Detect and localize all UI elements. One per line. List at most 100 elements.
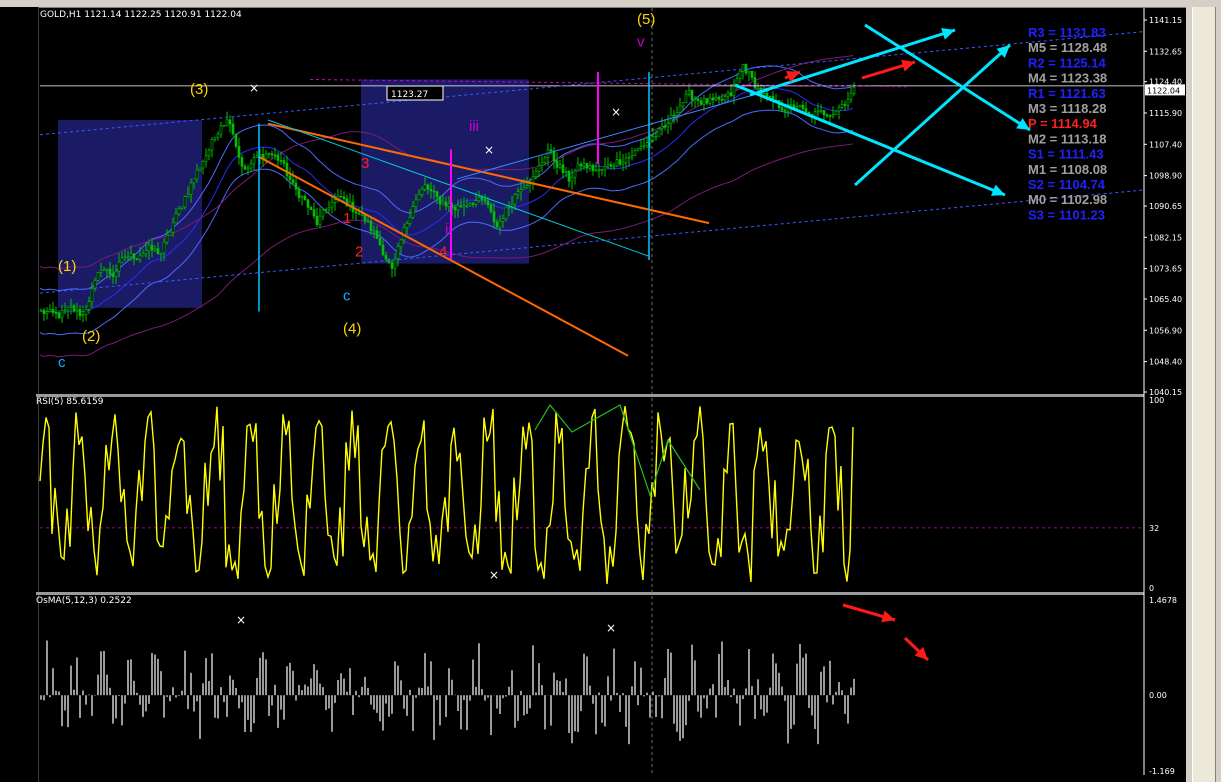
cyan-arrow-down-right bbox=[864, 23, 1031, 132]
candle-body bbox=[702, 98, 706, 105]
trading-chart[interactable]: 1141.151132.651124.401115.901107.401098.… bbox=[0, 0, 1221, 782]
candle-body bbox=[90, 288, 94, 302]
candle-body bbox=[720, 98, 724, 101]
candle-body bbox=[195, 169, 199, 180]
candle-body bbox=[456, 205, 460, 211]
candle-body bbox=[102, 269, 106, 271]
candle-body bbox=[54, 312, 58, 314]
candle-body bbox=[165, 234, 169, 243]
axis-tick-label: 1090.65 bbox=[1149, 202, 1182, 211]
pivot-level-m1: M1 = 1108.08 bbox=[1028, 162, 1107, 177]
candle-body bbox=[324, 209, 328, 211]
pivot-level-s1: S1 = 1111.43 bbox=[1028, 147, 1104, 162]
candle-body bbox=[255, 155, 259, 158]
candle-body bbox=[537, 165, 541, 172]
candle-body bbox=[117, 261, 121, 272]
wave-label: (5) bbox=[637, 11, 655, 28]
candle-body bbox=[210, 139, 214, 151]
candle-body bbox=[480, 196, 484, 200]
axis-tick-label: 1115.90 bbox=[1149, 109, 1182, 118]
candle-body bbox=[588, 164, 592, 169]
candle-body bbox=[699, 100, 703, 105]
candle-body bbox=[141, 253, 145, 257]
candle-body bbox=[87, 301, 91, 310]
candle-body bbox=[399, 239, 403, 248]
candle-body bbox=[789, 104, 793, 106]
candle-body bbox=[453, 207, 457, 211]
candle-body bbox=[795, 106, 799, 109]
osma-axis-label: 0.00 bbox=[1149, 691, 1167, 700]
candle-body bbox=[48, 309, 52, 312]
candle-body bbox=[222, 125, 226, 127]
wave-label: 3 bbox=[361, 155, 369, 172]
candle-body bbox=[84, 309, 88, 315]
candle-body bbox=[180, 206, 184, 209]
candle-body bbox=[42, 309, 46, 315]
candle-body bbox=[231, 123, 235, 135]
candle-body bbox=[630, 155, 634, 158]
candle-body bbox=[339, 195, 343, 198]
candle-body bbox=[549, 149, 553, 152]
candle-body bbox=[159, 252, 163, 255]
candle-body bbox=[633, 150, 637, 156]
candle-body bbox=[438, 196, 442, 205]
candle-body bbox=[441, 201, 445, 205]
candle-body bbox=[177, 208, 181, 215]
candle-body bbox=[405, 223, 409, 228]
candle-body bbox=[156, 248, 160, 255]
cross-marker: × bbox=[611, 105, 621, 119]
wave-label: (3) bbox=[190, 81, 208, 98]
candle-body bbox=[585, 163, 589, 169]
last-price-label: 1122.04 bbox=[1147, 86, 1180, 95]
candle-body bbox=[522, 187, 526, 190]
candle-body bbox=[186, 193, 190, 197]
wave-label: c bbox=[58, 354, 66, 371]
candle-body bbox=[564, 171, 568, 174]
rsi-axis-label: 32 bbox=[1149, 524, 1159, 533]
candle-body bbox=[555, 160, 559, 168]
candle-body bbox=[624, 157, 628, 163]
candle-body bbox=[609, 164, 613, 167]
price-panel[interactable]: 1141.151132.651124.401115.901107.401098.… bbox=[39, 16, 1185, 397]
candle-body bbox=[681, 102, 685, 107]
candle-body bbox=[111, 273, 115, 277]
wave-label: (4) bbox=[343, 321, 361, 338]
rsi-panel[interactable]: 100 32 0 bbox=[39, 396, 1164, 593]
candle-body bbox=[597, 169, 601, 172]
candle-body bbox=[657, 128, 661, 137]
panel-divider bbox=[36, 394, 1144, 397]
candle-body bbox=[342, 196, 346, 199]
candle-body bbox=[483, 199, 487, 202]
candle-body bbox=[618, 159, 622, 165]
candle-body bbox=[696, 98, 700, 102]
candle-body bbox=[198, 167, 202, 171]
candle-body bbox=[723, 96, 727, 101]
candle-body bbox=[489, 204, 493, 212]
candle-body bbox=[645, 142, 649, 147]
candle-body bbox=[561, 164, 565, 174]
candle-body bbox=[804, 108, 808, 113]
candle-body bbox=[192, 178, 196, 184]
axis-tick-label: 1141.15 bbox=[1149, 16, 1182, 25]
candle-body bbox=[474, 200, 478, 205]
pivot-level-r3: R3 = 1131.83 bbox=[1028, 25, 1106, 40]
candle-body bbox=[678, 105, 682, 113]
candle-body bbox=[189, 182, 193, 195]
panel-divider bbox=[36, 592, 1144, 595]
rsi-axis-label: 100 bbox=[1149, 396, 1164, 405]
candle-body bbox=[249, 163, 253, 169]
candle-body bbox=[735, 78, 739, 85]
candle-body bbox=[666, 123, 670, 127]
candle-body bbox=[573, 170, 577, 178]
candle-body bbox=[183, 196, 187, 208]
candle-body bbox=[516, 191, 520, 195]
candle-body bbox=[477, 196, 481, 201]
candle-body bbox=[780, 107, 784, 111]
candle-body bbox=[369, 220, 373, 232]
candle-body bbox=[471, 203, 475, 205]
candle-body bbox=[99, 270, 103, 273]
candle-body bbox=[816, 110, 820, 113]
axis-tick-label: 1073.65 bbox=[1149, 265, 1182, 274]
candle-body bbox=[57, 312, 61, 319]
candle-body bbox=[465, 205, 469, 207]
